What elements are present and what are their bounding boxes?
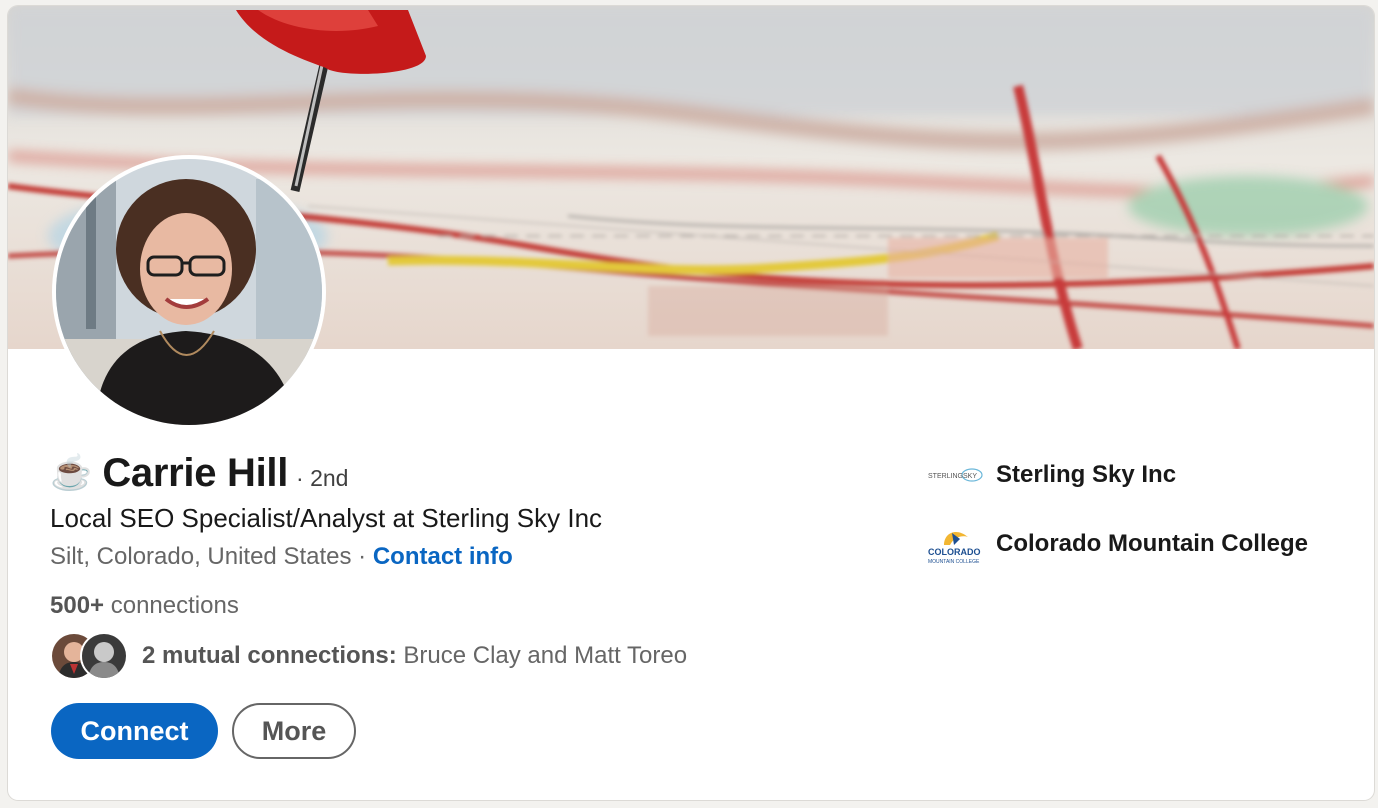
mutual-connections-text: 2 mutual connections: Bruce Clay and Mat… — [142, 642, 687, 670]
profile-headline: Local SEO Specialist/Analyst at Sterling… — [50, 503, 603, 533]
profile-name: Carrie Hill — [102, 451, 289, 495]
svg-text:STERLINGSKY: STERLINGSKY — [928, 473, 977, 480]
connections-number: 500+ — [50, 592, 105, 619]
location-row: Silt, Colorado, United States · Contact … — [50, 543, 513, 571]
org-sterling-sky[interactable]: STERLINGSKY Sterling Sky Inc — [926, 455, 1176, 495]
connections-count[interactable]: 500+ connections — [50, 592, 239, 620]
colorado-mountain-college-logo-icon: COLORADO MOUNTAIN COLLEGE — [926, 524, 986, 565]
profile-location: Silt, Colorado, United States — [50, 543, 352, 570]
svg-text:COLORADO: COLORADO — [928, 547, 981, 557]
more-button[interactable]: More — [232, 703, 356, 759]
svg-text:MOUNTAIN COLLEGE: MOUNTAIN COLLEGE — [928, 559, 980, 565]
connections-label: connections — [104, 592, 239, 619]
mutual-count: 2 mutual connections: — [142, 642, 397, 669]
org-colorado-mountain-college[interactable]: COLORADO MOUNTAIN COLLEGE Colorado Mount… — [926, 524, 1308, 565]
contact-info-link[interactable]: Contact info — [373, 543, 513, 570]
profile-card: ☕ Carrie Hill · 2nd Local SEO Specialist… — [8, 6, 1374, 800]
profile-photo[interactable] — [52, 155, 326, 429]
mutual-names: Bruce Clay and Matt Toreo — [396, 642, 688, 669]
connect-button[interactable]: Connect — [51, 703, 218, 759]
mutual-avatar-matt-toreo — [80, 632, 128, 680]
coffee-cup-icon: ☕ — [50, 454, 93, 492]
separator-dot: · — [351, 543, 373, 570]
name-row: ☕ Carrie Hill · 2nd — [50, 451, 348, 496]
connection-degree: · 2nd — [296, 465, 349, 491]
sterling-sky-logo-icon: STERLINGSKY — [926, 455, 986, 495]
org-name-colorado-mountain-college: Colorado Mountain College — [996, 530, 1308, 557]
mutual-connections[interactable]: 2 mutual connections: Bruce Clay and Mat… — [50, 632, 687, 680]
org-name-sterling-sky: Sterling Sky Inc — [996, 461, 1177, 488]
